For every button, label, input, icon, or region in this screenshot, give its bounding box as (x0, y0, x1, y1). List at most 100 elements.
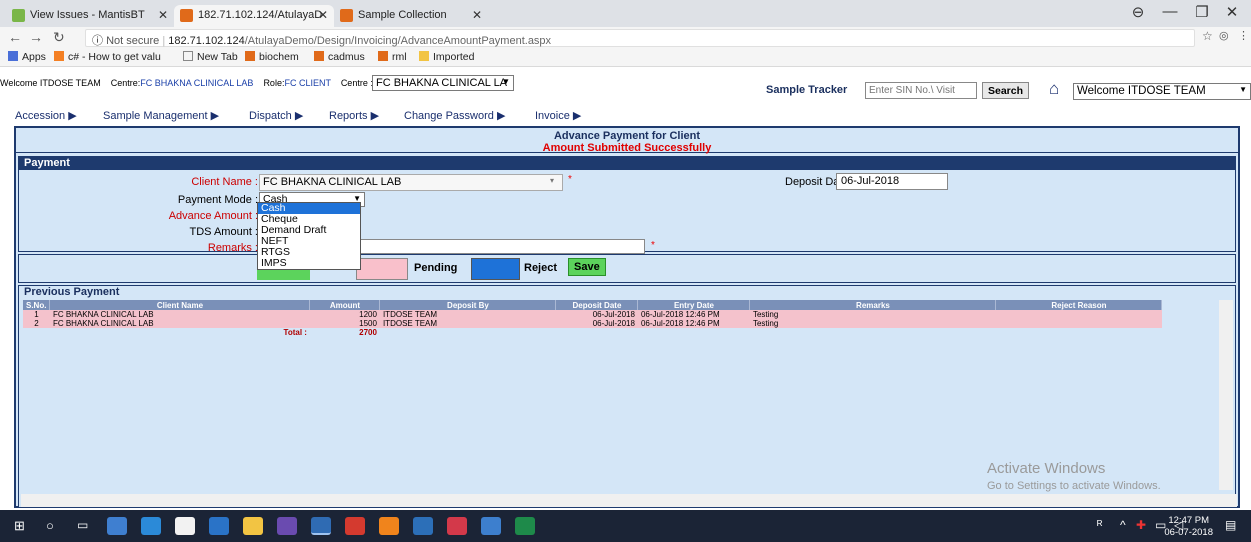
client-name-value: FC BHAKNA CLINICAL LAB (263, 176, 402, 188)
vertical-scrollbar[interactable] (1219, 300, 1233, 490)
save-button[interactable]: Save (568, 258, 606, 276)
search-button[interactable]: Search (982, 82, 1030, 99)
cell-amount: 1200 (309, 310, 380, 319)
watermark-title: Activate Windows (987, 460, 1106, 477)
total-row: Total : 2700 (23, 328, 1162, 337)
cell-reject-reason (995, 310, 1162, 319)
total-value: 2700 (359, 328, 377, 337)
site-icon (378, 51, 388, 61)
edge-icon[interactable] (141, 517, 161, 535)
close-icon[interactable]: ✕ (158, 8, 168, 22)
client-name-select[interactable]: FC BHAKNA CLINICAL LAB ▾ (259, 174, 563, 191)
cell-client: FC BHAKNA CLINICAL LAB (49, 310, 310, 319)
close-icon[interactable]: ✕ (472, 8, 482, 22)
bookmark-label: Imported (433, 51, 475, 63)
mail-icon[interactable] (209, 517, 229, 535)
windows-taskbar: ⊞ ○ ▭ ᴿ ^ ✚ ▭ ◁ 12:47 PM 06-07-2018 ▤ (0, 510, 1251, 542)
home-icon[interactable]: ⌂ (1049, 79, 1059, 99)
chrome-icon[interactable] (311, 517, 331, 535)
payment-section: Payment Client Name : FC BHAKNA CLINICAL… (18, 156, 1236, 254)
menu-dispatch[interactable]: Dispatch ▶ (249, 109, 303, 122)
header-info: Welcome ITDOSE TEAM Centre:FC BHAKNA CLI… (0, 78, 373, 88)
user-select[interactable]: Welcome ITDOSE TEAM ▼ (1073, 83, 1251, 100)
people-app-icon[interactable] (107, 517, 127, 535)
deposit-date-input[interactable]: 06-Jul-2018 (836, 173, 948, 190)
git-icon[interactable] (345, 517, 365, 535)
extension-icon[interactable]: ◎ (1219, 29, 1229, 42)
apps-grid-icon (8, 51, 18, 61)
legend-row: Pending Reject Save (18, 254, 1236, 283)
forward-icon[interactable]: → (29, 29, 43, 45)
centre-value: FC BHAKNA CLINICAL LAB (140, 78, 254, 88)
horizontal-scrollbar[interactable] (21, 494, 1237, 507)
reload-icon[interactable]: ↻ (53, 29, 65, 46)
bookmark-rml[interactable]: rml (378, 51, 407, 63)
windows-start-icon[interactable]: ⊞ (14, 518, 25, 534)
menu-reports[interactable]: Reports ▶ (329, 109, 379, 122)
bookmark-csharp[interactable]: c# - How to get valu (54, 51, 161, 63)
antivirus-icon[interactable]: ✚ (1136, 518, 1146, 532)
centre-label: Centre: (110, 78, 141, 88)
new-tab-button[interactable] (490, 5, 526, 27)
chevron-up-icon[interactable]: ^ (1120, 518, 1126, 532)
clock-date: 06-07-2018 (1164, 527, 1213, 538)
tab-advance-payment[interactable]: 182.71.102.124/AtulayaD ✕ (174, 5, 334, 27)
search-icon[interactable]: ○ (46, 518, 54, 533)
column-deposit-by: Deposit By (379, 300, 557, 310)
excel-icon[interactable] (515, 517, 535, 535)
word-icon[interactable] (481, 517, 501, 535)
firefox-icon[interactable] (379, 517, 399, 535)
column-entry-date: Entry Date (637, 300, 751, 310)
sql-server-icon[interactable] (413, 517, 433, 535)
close-window-icon[interactable]: ✕ (1217, 3, 1247, 21)
bookmark-star-icon[interactable]: ☆ (1202, 29, 1213, 43)
page-icon (183, 51, 193, 61)
store-icon[interactable] (175, 517, 195, 535)
cell-reject-reason (995, 319, 1162, 328)
tab-sample-collection[interactable]: Sample Collection ✕ (334, 5, 488, 27)
close-icon[interactable]: ✕ (318, 8, 328, 22)
bookmark-newtab[interactable]: New Tab (183, 51, 238, 63)
menu-sample-management[interactable]: Sample Management ▶ (103, 109, 219, 122)
centre-select-label: Centre : (340, 78, 373, 88)
bookmark-cadmus[interactable]: cadmus (314, 51, 365, 63)
menu-change-password[interactable]: Change Password ▶ (404, 109, 505, 122)
system-clock[interactable]: 12:47 PM 06-07-2018 (1164, 515, 1213, 539)
bookmark-apps[interactable]: Apps (8, 51, 46, 63)
clock-time: 12:47 PM (1168, 515, 1210, 526)
bookmark-biochem[interactable]: biochem (245, 51, 299, 63)
minimize-icon[interactable]: — (1155, 3, 1185, 20)
option-imps[interactable]: IMPS (258, 258, 360, 269)
file-explorer-icon[interactable] (243, 517, 263, 535)
info-icon[interactable]: ⓘ (92, 35, 103, 47)
url-input[interactable]: ⓘ Not secure | 182.71.102.124/AtulayaDem… (85, 29, 1195, 47)
sample-tracker-input[interactable] (865, 82, 977, 99)
menu-accession[interactable]: Accession ▶ (15, 109, 77, 122)
people-tray-icon[interactable]: ᴿ (1097, 518, 1102, 532)
bookmark-label: biochem (259, 51, 299, 63)
bookmark-imported[interactable]: Imported (419, 51, 474, 63)
centre-select[interactable]: FC BHAKNA CLINICAL LA ▼ (372, 75, 514, 91)
maximize-icon[interactable]: ❐ (1187, 3, 1217, 21)
table-row[interactable]: 1 FC BHAKNA CLINICAL LAB 1200 ITDOSE TEA… (23, 310, 1162, 319)
reject-color-box (471, 258, 520, 280)
menu-invoice[interactable]: Invoice ▶ (535, 109, 581, 122)
payment-mode-label: Payment Mode : (177, 194, 258, 206)
tab-mantis[interactable]: View Issues - MantisBT ✕ (6, 5, 174, 27)
visual-studio-icon[interactable] (277, 517, 297, 535)
role-label: Role: (263, 78, 285, 88)
cell-entry-date: 06-Jul-2018 12:46 PM (637, 319, 750, 328)
column-amount: Amount (309, 300, 381, 310)
table-row[interactable]: 2 FC BHAKNA CLINICAL LAB 1500 ITDOSE TEA… (23, 319, 1162, 328)
menu-dots-icon[interactable]: ⋮ (1238, 29, 1249, 42)
site-icon (245, 51, 255, 61)
task-view-icon[interactable]: ▭ (77, 518, 88, 532)
role-value: FC CLIENT (284, 78, 331, 88)
stackoverflow-icon (54, 51, 64, 61)
back-icon[interactable]: ← (8, 29, 22, 45)
profile-icon[interactable]: ⊖ (1123, 3, 1153, 21)
advance-amount-label: Advance Amount : (168, 210, 258, 222)
mantis-favicon-icon (12, 9, 25, 22)
filezilla-icon[interactable] (447, 517, 467, 535)
notifications-icon[interactable]: ▤ (1225, 518, 1236, 532)
